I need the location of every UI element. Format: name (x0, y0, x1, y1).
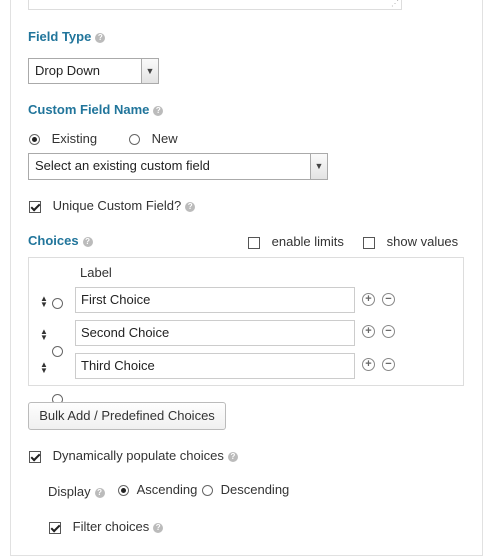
radio-new[interactable]: New (129, 131, 178, 146)
unique-custom-field-checkbox[interactable] (29, 200, 41, 213)
field-type-select[interactable]: Drop Down ▼ (28, 58, 159, 84)
description-textarea[interactable]: ⋰ (28, 0, 402, 10)
add-icon[interactable]: + (362, 325, 375, 338)
radio-existing-control[interactable] (29, 134, 40, 146)
dynamically-populate-label: Dynamically populate choices (52, 448, 224, 463)
remove-icon[interactable]: − (382, 325, 395, 338)
show-values-label: show values (386, 234, 459, 249)
enable-limits-label: enable limits (271, 234, 344, 249)
display-order: Display? (48, 484, 105, 499)
radio-ascending-label: Ascending (136, 482, 198, 497)
help-icon[interactable]: ? (95, 33, 106, 43)
unique-custom-field[interactable]: Unique Custom Field?? (29, 198, 196, 213)
choices-heading: Choices? (28, 233, 93, 248)
choice-default-radio[interactable] (52, 298, 63, 310)
field-type-label: Field Type (28, 29, 92, 44)
radio-existing-label: Existing (51, 131, 98, 146)
add-icon[interactable]: + (362, 293, 375, 306)
existing-custom-field-value: Select an existing custom field (35, 158, 210, 173)
dropdown-arrow-icon: ▼ (310, 154, 327, 179)
choice-input[interactable]: First Choice (75, 287, 355, 313)
dynamically-populate-checkbox[interactable] (29, 450, 41, 463)
radio-existing[interactable]: Existing (29, 131, 97, 146)
show-values[interactable]: show values (363, 234, 458, 249)
field-type-heading: Field Type? (28, 29, 106, 44)
field-type-value: Drop Down (35, 63, 101, 78)
choice-default-radio[interactable] (52, 346, 63, 358)
remove-icon[interactable]: − (382, 358, 395, 371)
custom-field-name-heading: Custom Field Name? (28, 102, 164, 117)
help-icon[interactable]: ? (185, 202, 196, 212)
radio-ascending-control[interactable] (118, 485, 129, 497)
filter-choices-checkbox[interactable] (49, 521, 61, 534)
dropdown-arrow-icon: ▼ (141, 59, 158, 83)
radio-ascending[interactable]: Ascending (118, 482, 197, 497)
help-icon[interactable]: ? (153, 106, 164, 116)
display-label: Display (48, 484, 91, 499)
sort-handle-icon[interactable]: ▲ ▼ (40, 361, 48, 375)
sort-handle-icon[interactable]: ▲ ▼ (40, 328, 48, 342)
unique-custom-field-label: Unique Custom Field? (52, 198, 182, 213)
radio-new-label: New (151, 131, 178, 146)
bulk-add-button[interactable]: Bulk Add / Predefined Choices (28, 402, 226, 430)
resize-grip-icon[interactable]: ⋰ (391, 0, 399, 8)
radio-descending-label: Descending (220, 482, 290, 497)
show-values-checkbox[interactable] (363, 236, 375, 249)
existing-custom-field-select[interactable]: Select an existing custom field ▼ (28, 153, 328, 180)
choice-input[interactable]: Second Choice (75, 320, 355, 346)
filter-choices[interactable]: Filter choices? (49, 519, 164, 534)
help-icon[interactable]: ? (227, 452, 238, 462)
radio-descending[interactable]: Descending (202, 482, 289, 497)
custom-field-name-label: Custom Field Name (28, 102, 150, 117)
filter-choices-label: Filter choices (72, 519, 150, 534)
remove-icon[interactable]: − (382, 293, 395, 306)
choice-input[interactable]: Third Choice (75, 353, 355, 379)
enable-limits[interactable]: enable limits (248, 234, 344, 249)
add-icon[interactable]: + (362, 358, 375, 371)
choices-column-label: Label (80, 265, 112, 280)
help-icon[interactable]: ? (94, 488, 105, 498)
dynamically-populate[interactable]: Dynamically populate choices? (29, 448, 238, 463)
sort-handle-icon[interactable]: ▲ ▼ (40, 295, 48, 309)
radio-descending-control[interactable] (202, 485, 213, 497)
help-icon[interactable]: ? (153, 523, 164, 533)
choices-label: Choices (28, 233, 79, 248)
enable-limits-checkbox[interactable] (248, 236, 260, 249)
radio-new-control[interactable] (129, 134, 140, 146)
help-icon[interactable]: ? (82, 237, 93, 247)
